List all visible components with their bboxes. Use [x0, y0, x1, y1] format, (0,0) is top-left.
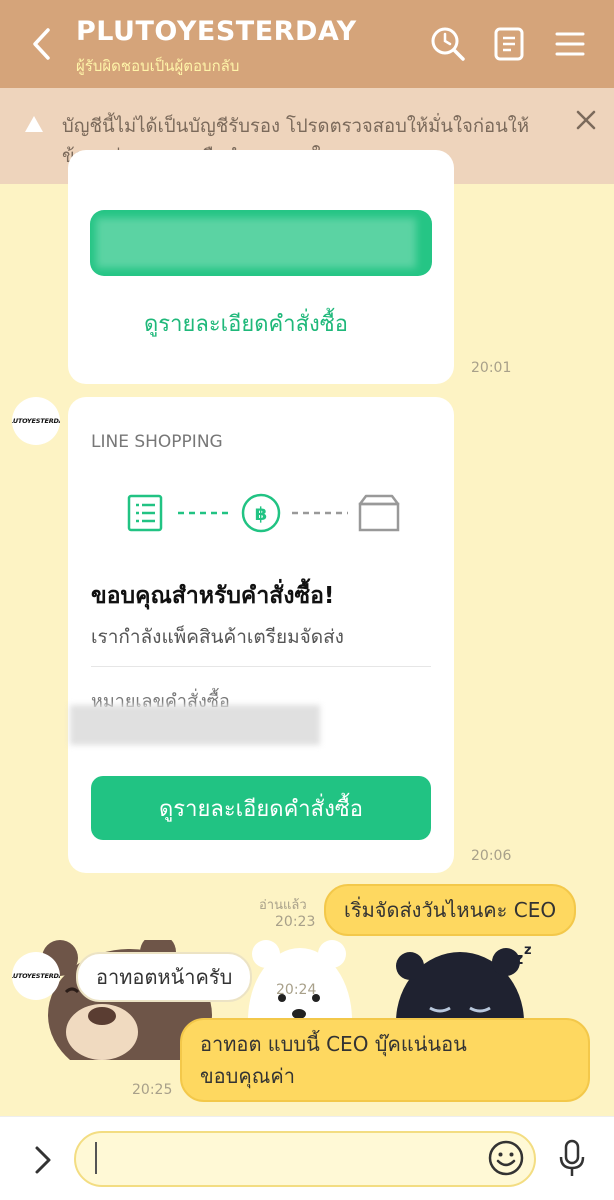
- warning-icon: [25, 116, 43, 132]
- message-time: 20:25: [132, 1082, 173, 1098]
- line-shopping-label: LINE SHOPPING: [91, 432, 223, 452]
- message-text: เริ่มจัดส่งวันไหนคะ CEO: [344, 898, 557, 922]
- view-order-link[interactable]: ดูรายละเอียดคำสั่งซื้อ: [144, 306, 348, 341]
- order-image-redacted: [90, 210, 432, 276]
- read-status: อ่านแล้ว: [259, 898, 307, 913]
- baht-payment-icon: ฿: [241, 493, 281, 533]
- message-time: 20:06: [471, 848, 512, 864]
- svg-text:z: z: [524, 943, 532, 958]
- back-arrow-icon[interactable]: [26, 24, 62, 64]
- my-message-bubble[interactable]: เริ่มจัดส่งวันไหนคะ CEO: [324, 884, 577, 936]
- avatar[interactable]: PLUTOYESTERDAY: [12, 952, 60, 1000]
- emoji-icon[interactable]: [487, 1139, 525, 1177]
- svg-text:z: z: [514, 949, 523, 968]
- message-time: 20:24: [276, 982, 317, 998]
- svg-text:฿: ฿: [255, 504, 268, 525]
- avatar[interactable]: PLUTOYESTERDAY: [12, 397, 60, 445]
- menu-icon[interactable]: [550, 24, 590, 64]
- message-text: อาทอต แบบนี้ CEO บุ๊คแน่นอน: [200, 1032, 467, 1056]
- chat-title[interactable]: PLUTOYESTERDAY: [76, 16, 357, 47]
- chat-subtitle: ผู้รับผิดชอบเป็นผู้ตอบกลับ: [76, 57, 240, 75]
- view-order-button[interactable]: ดูรายละเอียดคำสั่งซื้อ: [91, 776, 431, 840]
- their-message-bubble[interactable]: อาทอตหน้าครับ: [76, 952, 253, 1002]
- order-list-icon: [127, 494, 163, 532]
- message-text: ขอบคุณค่า: [200, 1064, 295, 1088]
- package-box-icon: [358, 494, 400, 532]
- notes-icon[interactable]: [489, 24, 529, 64]
- microphone-icon[interactable]: [556, 1138, 588, 1180]
- message-text: อาทอตหน้าครับ: [96, 965, 233, 989]
- order-progress-tracker: ฿: [127, 493, 400, 533]
- my-message-bubble[interactable]: อาทอต แบบนี้ CEO บุ๊คแน่นอน ขอบคุณค่า: [180, 1018, 590, 1102]
- packing-status: เรากำลังแพ็คสินค้าเตรียมจัดส่ง: [91, 626, 344, 648]
- thank-you-heading: ขอบคุณสำหรับคำสั่งซื้อ!: [91, 583, 335, 609]
- search-icon[interactable]: [428, 24, 468, 64]
- message-time: 20:23: [275, 914, 316, 930]
- order-number-redacted: [70, 705, 320, 745]
- message-input[interactable]: [74, 1131, 536, 1187]
- expand-chevron-icon[interactable]: [28, 1142, 56, 1178]
- message-time: 20:01: [471, 360, 512, 376]
- close-icon[interactable]: [574, 108, 598, 132]
- text-cursor: [95, 1142, 97, 1174]
- divider: [91, 666, 431, 667]
